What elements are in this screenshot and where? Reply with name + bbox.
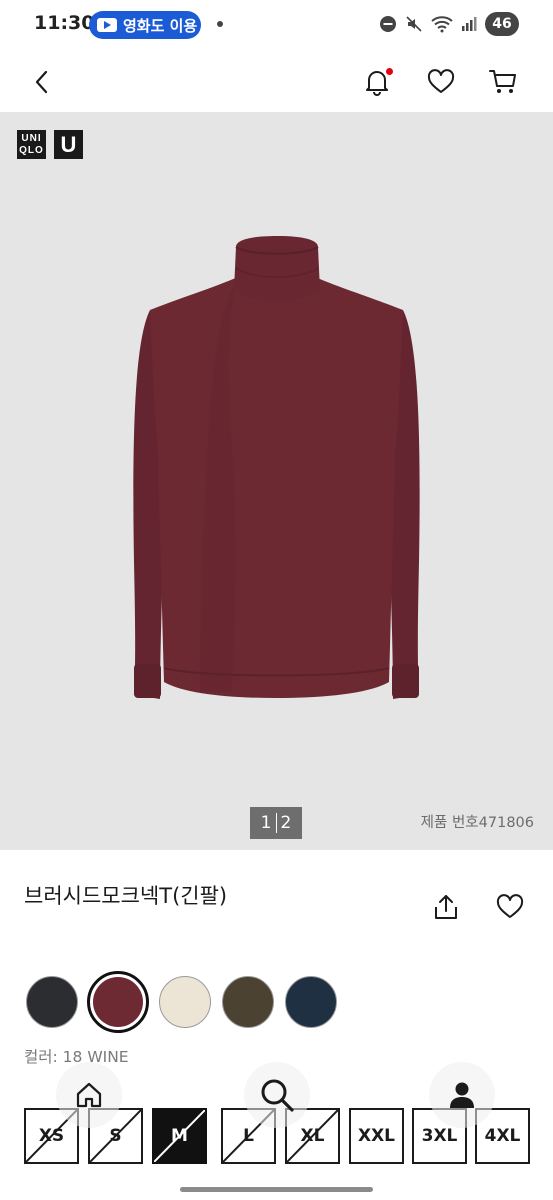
gesture-bar <box>180 1187 373 1192</box>
youtube-icon <box>97 18 117 32</box>
image-pager[interactable]: 1 2 <box>250 807 302 839</box>
swatch-dark-gray[interactable] <box>26 976 78 1028</box>
back-arrow-icon <box>35 70 48 94</box>
notification-dot-icon <box>217 21 223 27</box>
home-icon <box>76 1082 102 1108</box>
wifi-icon <box>431 16 453 33</box>
size-label: 4XL <box>484 1126 521 1146</box>
share-icon <box>435 895 457 919</box>
product-wishlist-button[interactable] <box>492 889 528 925</box>
swatch-olive[interactable] <box>222 976 274 1028</box>
uniqlo-u-logo: U <box>54 130 83 159</box>
size-label: S <box>109 1126 122 1146</box>
size-label: L <box>243 1126 254 1146</box>
swatch-wine[interactable] <box>87 971 149 1033</box>
notification-badge <box>386 68 393 75</box>
media-pill[interactable]: 영화도 이용 <box>89 11 201 39</box>
product-image <box>133 236 420 699</box>
dnd-icon <box>380 16 396 32</box>
search-icon <box>261 1079 294 1112</box>
pager-current: 1 <box>260 813 272 833</box>
swatch-off-white[interactable] <box>159 976 211 1028</box>
media-pill-label: 영화도 이용 <box>123 16 198 35</box>
notifications-button[interactable] <box>357 62 397 102</box>
heart-outline-icon <box>496 894 524 918</box>
status-bar: 11:30 영화도 이용 46 <box>0 0 553 50</box>
account-button[interactable] <box>429 1062 495 1128</box>
status-icons: 46 <box>379 12 519 36</box>
size-xxl[interactable]: XXL <box>349 1108 404 1164</box>
color-swatches <box>0 970 553 1034</box>
size-label: XL <box>300 1126 325 1146</box>
status-time: 11:30 <box>34 12 95 34</box>
battery-badge: 46 <box>485 12 519 36</box>
share-button[interactable] <box>428 889 464 925</box>
signal-icon <box>462 17 477 31</box>
size-m[interactable]: M <box>152 1108 207 1164</box>
uniqlo-logo: UNI QLO <box>17 130 46 159</box>
pager-divider <box>275 813 277 833</box>
search-button[interactable] <box>244 1062 310 1128</box>
product-gallery[interactable]: UNI QLO U 1 2 제품 번호471806 <box>0 112 553 850</box>
size-label: 3XL <box>421 1126 458 1146</box>
heart-icon <box>427 69 455 93</box>
size-label: M <box>171 1126 188 1146</box>
wishlist-button[interactable] <box>421 62 461 102</box>
product-number: 제품 번호471806 <box>420 815 534 831</box>
home-button[interactable] <box>56 1062 122 1128</box>
pager-total: 2 <box>280 813 292 833</box>
brand-logos: UNI QLO U <box>17 130 83 159</box>
size-label: XS <box>38 1126 65 1146</box>
swatch-navy[interactable] <box>285 976 337 1028</box>
product-title: 브러시드모크넥T(긴팔) <box>24 884 228 908</box>
cart-icon <box>489 70 516 93</box>
mute-icon <box>406 16 422 32</box>
size-label: XXL <box>357 1126 396 1146</box>
back-button[interactable] <box>22 62 62 102</box>
person-icon <box>450 1082 474 1108</box>
top-nav <box>0 52 553 112</box>
cart-button[interactable] <box>483 62 523 102</box>
